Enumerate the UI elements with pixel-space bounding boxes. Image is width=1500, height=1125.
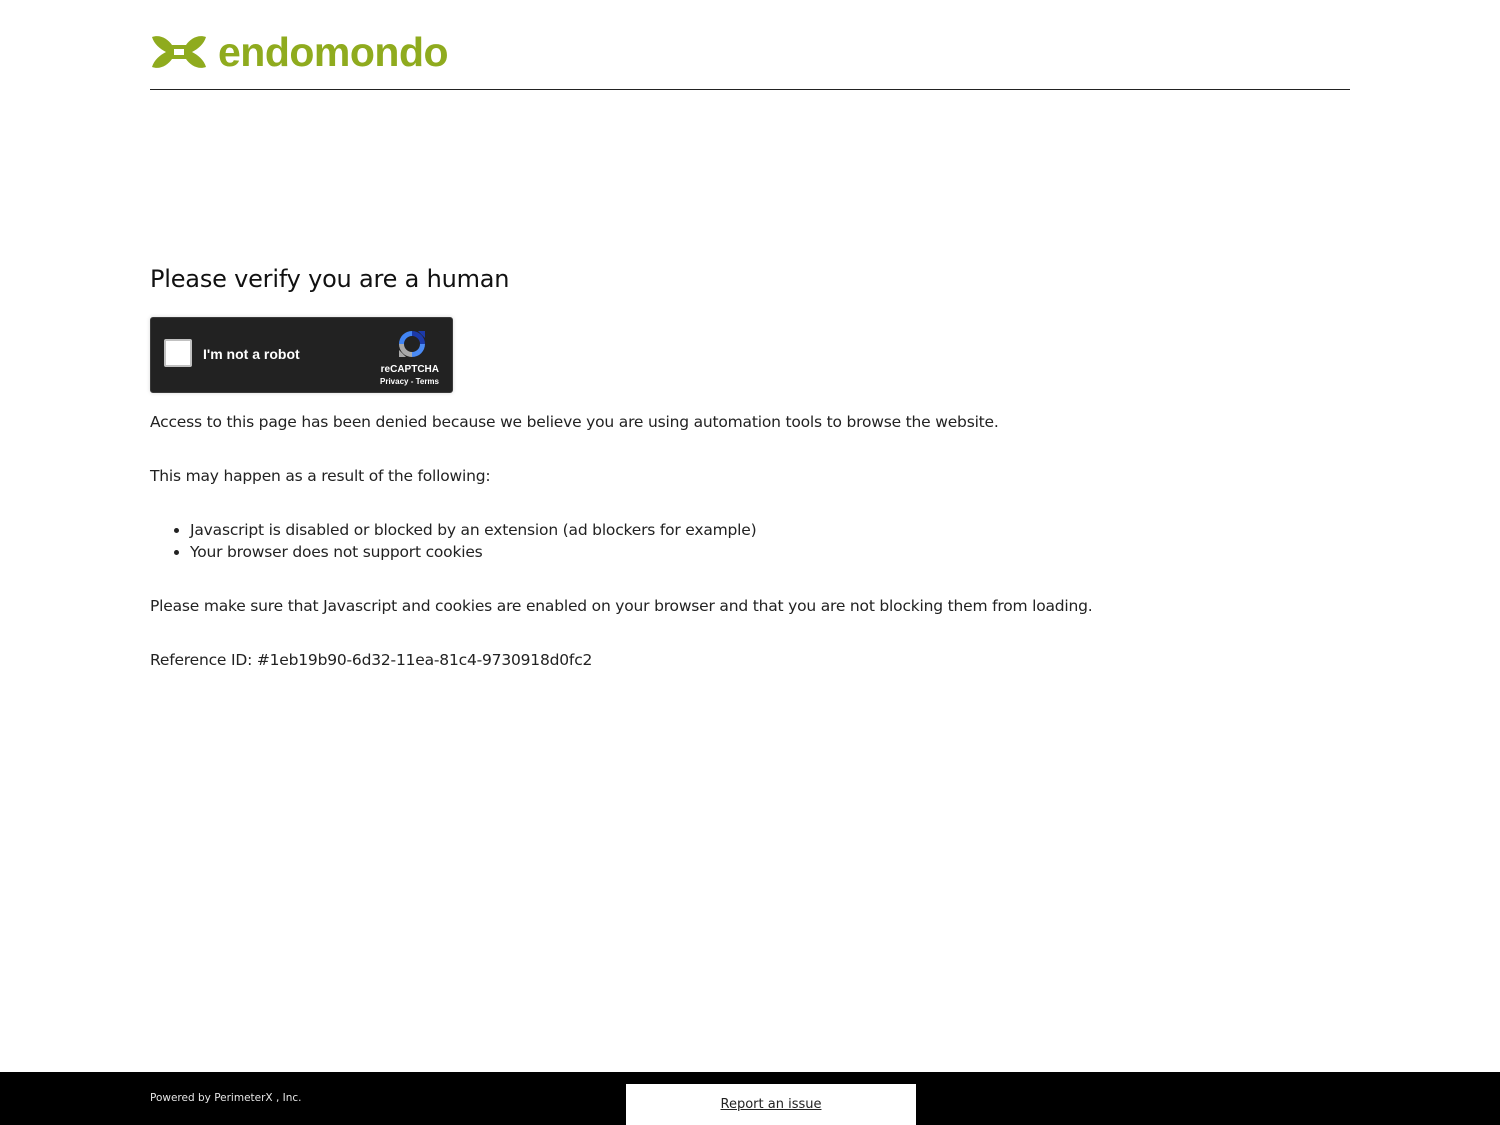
recaptcha-widget: I'm not a robot reCAPTCHA Privacy - Term… xyxy=(150,317,453,393)
access-denied-text: Access to this page has been denied beca… xyxy=(150,413,999,431)
recaptcha-label: I'm not a robot xyxy=(203,346,300,362)
recaptcha-links: Privacy - Terms xyxy=(380,377,439,386)
list-item: Your browser does not support cookies xyxy=(190,541,756,563)
under-armour-icon xyxy=(150,35,208,69)
logo-text: endomondo xyxy=(218,29,449,75)
reference-id: Reference ID: #1eb19b90-6d32-11ea-81c4-9… xyxy=(150,651,593,669)
list-item: Javascript is disabled or blocked by an … xyxy=(190,519,757,541)
header: endomondo xyxy=(150,0,1350,90)
page-title: Please verify you are a human xyxy=(150,265,510,293)
link-separator: - xyxy=(408,377,416,386)
recaptcha-icon xyxy=(396,328,428,360)
terms-link[interactable]: Terms xyxy=(416,377,439,386)
privacy-link[interactable]: Privacy xyxy=(380,377,408,386)
recaptcha-checkbox[interactable] xyxy=(164,339,192,367)
make-sure-text: Please make sure that Javascript and coo… xyxy=(150,597,1093,615)
footer: Powered by PerimeterX , Inc. Report an i… xyxy=(0,1072,1500,1125)
report-issue-button[interactable]: Report an issue xyxy=(626,1084,916,1125)
powered-by-text: Powered by PerimeterX , Inc. xyxy=(150,1092,302,1104)
recaptcha-brand: reCAPTCHA xyxy=(380,364,439,375)
reasons-list: Javascript is disabled or blocked by an … xyxy=(190,519,757,563)
may-happen-text: This may happen as a result of the follo… xyxy=(150,467,491,485)
endomondo-logo[interactable]: endomondo xyxy=(150,29,449,75)
